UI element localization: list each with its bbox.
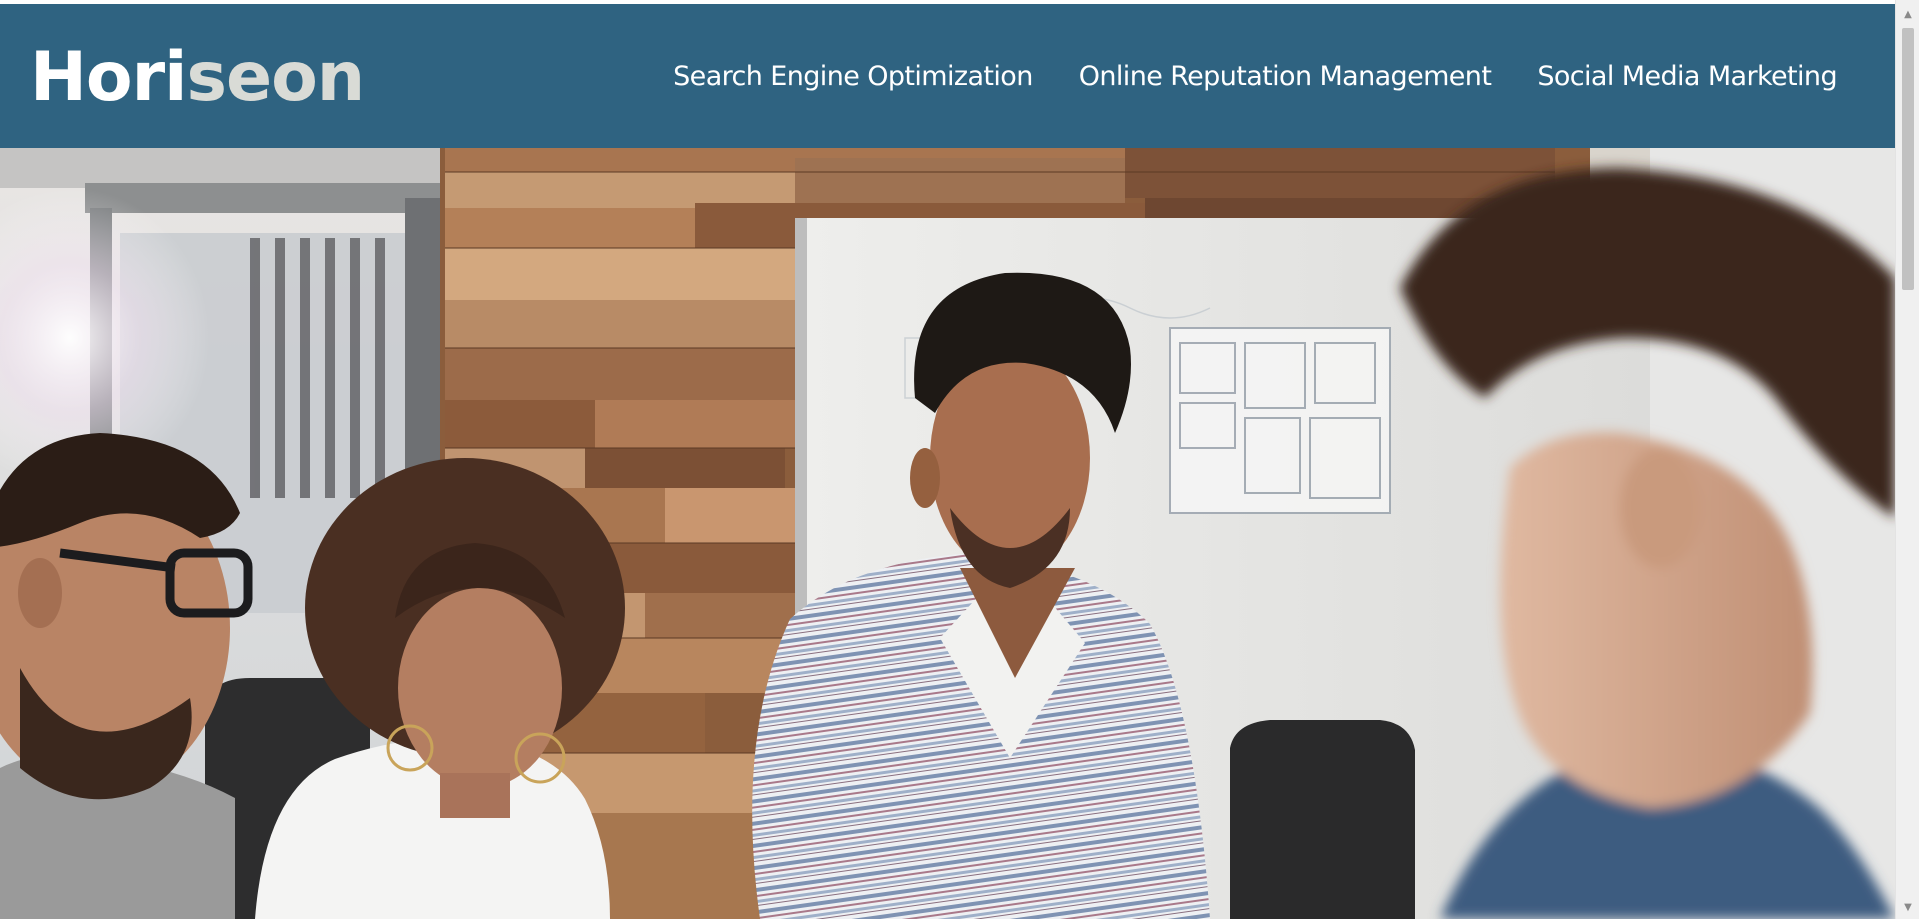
logo-text-primary: Hori: [30, 38, 187, 117]
vertical-scrollbar[interactable]: ▲ ▼: [1895, 0, 1919, 919]
scroll-down-icon[interactable]: ▼: [1896, 897, 1919, 917]
person-left: [0, 433, 253, 919]
team-meeting-photo: [0, 148, 1895, 919]
nav-item-seo: Search Engine Optimization: [673, 61, 1033, 92]
nav-link-social-media-marketing[interactable]: Social Media Marketing: [1537, 61, 1837, 92]
scroll-up-icon[interactable]: ▲: [1896, 4, 1919, 24]
nav-item-smm: Social Media Marketing: [1537, 61, 1837, 92]
nav-item-orm: Online Reputation Management: [1079, 61, 1492, 92]
logo[interactable]: Horiseon: [30, 40, 365, 112]
logo-text-accent: seon: [186, 38, 365, 117]
hero-image: [0, 148, 1895, 919]
main-nav: Search Engine Optimization Online Reputa…: [673, 61, 1837, 92]
nav-list: Search Engine Optimization Online Reputa…: [673, 61, 1837, 92]
page: Horiseon Search Engine Optimization Onli…: [0, 0, 1895, 919]
site-header: Horiseon Search Engine Optimization Onli…: [0, 4, 1895, 148]
nav-link-online-reputation-management[interactable]: Online Reputation Management: [1079, 61, 1492, 92]
scroll-thumb[interactable]: [1902, 28, 1914, 290]
nav-link-search-engine-optimization[interactable]: Search Engine Optimization: [673, 61, 1033, 92]
